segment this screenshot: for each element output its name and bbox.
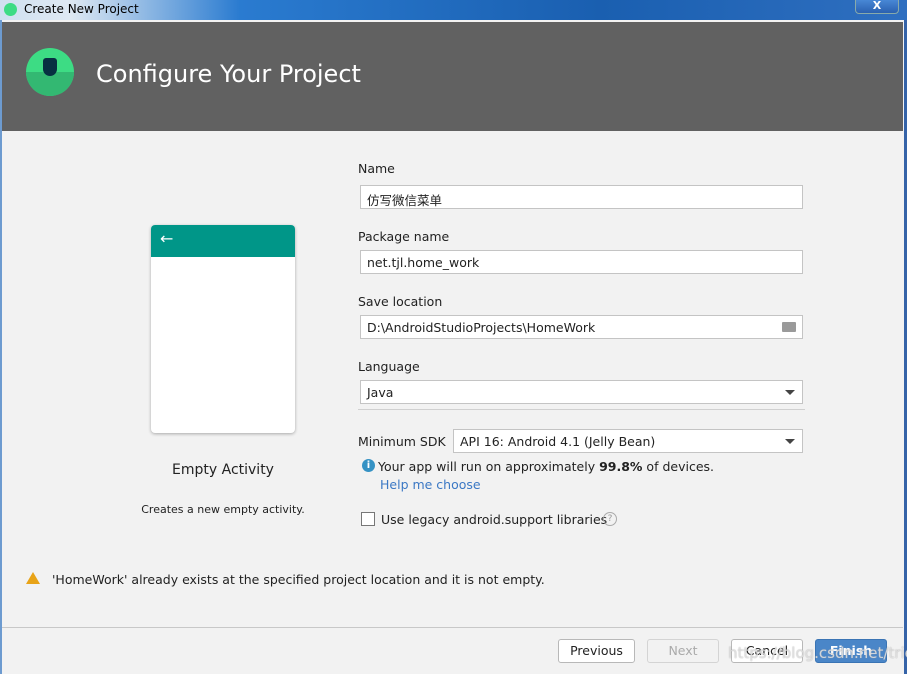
template-name: Empty Activity: [172, 462, 274, 478]
android-studio-icon: [4, 3, 17, 16]
coverage-text: Your app will run on approximately 99.8%…: [378, 459, 714, 474]
page-title: Configure Your Project: [96, 60, 361, 88]
info-icon: i: [362, 459, 375, 472]
save-location-label: Save location: [358, 294, 443, 309]
watermark: https://blog.csdn.net/triet: [728, 644, 907, 662]
folder-icon[interactable]: [782, 322, 796, 332]
next-button[interactable]: Next: [647, 639, 719, 663]
help-me-choose-link[interactable]: Help me choose: [380, 477, 481, 492]
back-arrow-icon: ←: [160, 229, 174, 248]
save-location-value: D:\AndroidStudioProjects\HomeWork: [367, 320, 596, 335]
divider: [358, 409, 805, 410]
previous-button[interactable]: Previous: [558, 639, 635, 663]
help-icon[interactable]: ?: [603, 512, 617, 526]
minsdk-select[interactable]: API 16: Android 4.1 (Jelly Bean): [453, 429, 803, 453]
legacy-support-label[interactable]: Use legacy android.support libraries: [381, 512, 607, 527]
title-bar: Create New Project X: [0, 0, 907, 20]
android-studio-logo-icon: [26, 48, 74, 96]
footer-divider: [2, 627, 903, 628]
save-location-input[interactable]: D:\AndroidStudioProjects\HomeWork: [360, 315, 803, 339]
window-title: Create New Project: [24, 2, 139, 16]
language-select[interactable]: Java: [360, 380, 803, 404]
legacy-support-checkbox[interactable]: [361, 512, 375, 526]
language-label: Language: [358, 359, 420, 374]
name-input[interactable]: 仿写微信菜单: [360, 185, 803, 209]
template-description: Creates a new empty activity.: [141, 503, 305, 516]
activity-preview: ←: [151, 225, 295, 433]
package-input[interactable]: net.tjl.home_work: [360, 250, 803, 274]
package-label: Package name: [358, 229, 450, 244]
warning-message: 'HomeWork' already exists at the specifi…: [52, 572, 545, 587]
minsdk-label: Minimum SDK: [358, 434, 446, 449]
close-button[interactable]: X: [855, 0, 899, 14]
name-label: Name: [358, 161, 395, 176]
warning-icon: [26, 572, 40, 584]
